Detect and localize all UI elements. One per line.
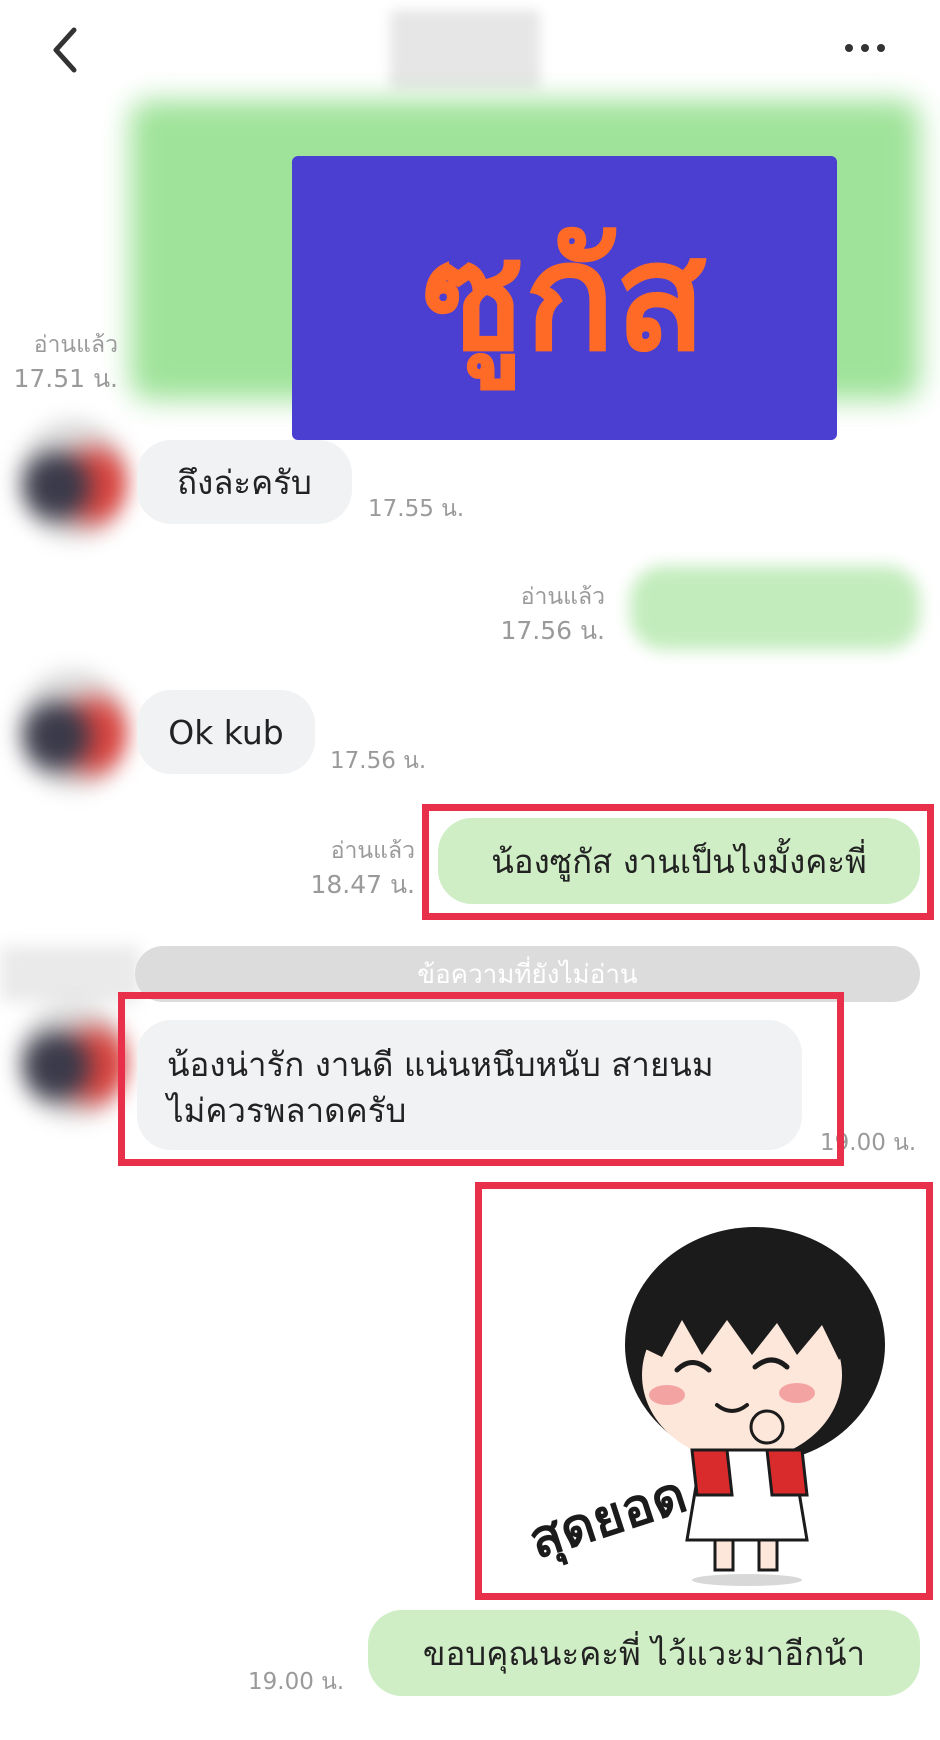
chat-title-redacted: [390, 10, 540, 90]
avatar[interactable]: [18, 670, 128, 790]
read-receipt: อ่านแล้ว 18.47 น.: [310, 838, 415, 899]
shop-name-banner: ซูกัส: [292, 156, 837, 440]
avatar[interactable]: [18, 1000, 128, 1120]
message-time: 19.00 น.: [248, 1669, 345, 1695]
avatar[interactable]: [18, 420, 128, 540]
highlight-box: [475, 1182, 933, 1600]
highlight-box: [422, 804, 934, 920]
chevron-left-icon: [53, 27, 77, 73]
highlight-box: [118, 992, 844, 1166]
message-time: 17.55 น.: [368, 496, 465, 522]
message-bubble-incoming[interactable]: ถึงล่ะครับ: [137, 440, 352, 524]
back-button[interactable]: [40, 20, 100, 80]
read-receipt: อ่านแล้ว 17.51 น.: [13, 332, 118, 393]
redacted-message: [630, 566, 920, 650]
more-horizontal-icon: [845, 44, 885, 52]
read-receipt: อ่านแล้ว 17.56 น.: [500, 584, 605, 645]
message-time: 17.56 น.: [330, 748, 427, 774]
message-bubble-incoming[interactable]: Ok kub: [137, 690, 315, 774]
banner-text: ซูกัส: [422, 211, 707, 385]
more-button[interactable]: [835, 28, 895, 68]
message-bubble-outgoing[interactable]: ขอบคุณนะคะพี่ ไว้แวะมาอีกน้า: [368, 1610, 920, 1696]
